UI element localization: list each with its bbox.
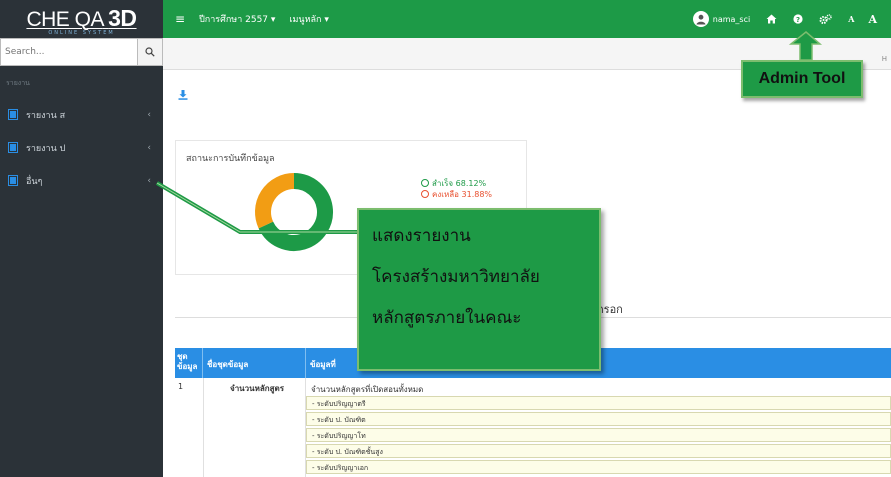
legend-label-done: สำเร็จ 68.12%: [432, 179, 487, 188]
sidebar-item-label: รายงาน ส: [26, 110, 66, 121]
legend-dot-remaining: [421, 190, 429, 198]
legend-label-remaining: คงเหลือ 31.88%: [432, 190, 493, 199]
font-size-small-button[interactable]: A: [848, 14, 854, 24]
download-icon[interactable]: [178, 90, 188, 103]
home-icon[interactable]: [766, 14, 777, 24]
sidebar-item-report-1[interactable]: รายงาน ส ‹: [0, 98, 163, 131]
search-icon: [145, 47, 155, 57]
search-input[interactable]: [0, 38, 138, 66]
table-subrow[interactable]: - ระดับปริญญาตรี: [306, 396, 891, 410]
nav-header: รายงาน: [6, 79, 30, 87]
document-icon: [8, 109, 18, 120]
legend-item-remaining: คงเหลือ 31.88%: [421, 189, 492, 200]
document-icon: [8, 175, 18, 186]
table-subrow[interactable]: - ระดับปริญญาโท: [306, 428, 891, 442]
table-subrow[interactable]: - ระดับ ป. บัณฑิต: [306, 412, 891, 426]
logo-text: CHE QA 3D: [26, 4, 137, 32]
report-callout-line: หลักสูตรภายในคณะ: [372, 308, 522, 328]
table-subrow[interactable]: - ระดับปริญญาเอก: [306, 460, 891, 474]
svg-text:?: ?: [796, 16, 800, 24]
table-cell-name: จำนวนหลักสูตร: [230, 384, 285, 393]
search-row: [0, 38, 163, 70]
breadcrumb[interactable]: H: [882, 55, 887, 63]
column-header-name: ชื่อชุดข้อมูล: [203, 348, 306, 378]
chevron-left-icon: ‹: [147, 109, 151, 120]
table-cell-main-field: จำนวนหลักสูตรที่เปิดสอนทั้งหมด: [311, 385, 424, 394]
table-cell-no: 1: [178, 382, 184, 391]
font-size-large-button[interactable]: A: [868, 13, 877, 26]
search-button[interactable]: [138, 38, 163, 66]
report-callout-line: โครงสร้างมหาวิทยาลัย: [372, 267, 540, 287]
top-right-controls: nama_sci ? A A: [692, 0, 891, 38]
user-avatar-icon[interactable]: [692, 11, 709, 27]
admin-tool-callout: Admin Tool: [741, 60, 863, 98]
column-divider: [203, 378, 204, 477]
academic-year-dropdown[interactable]: ปีการศึกษา 2557 ▾: [199, 12, 275, 26]
report-callout: แสดงรายงาน โครงสร้างมหาวิทยาลัย หลักสูตร…: [357, 208, 601, 371]
help-icon[interactable]: ?: [793, 14, 803, 24]
report-callout-line: แสดงรายงาน: [372, 226, 471, 246]
legend-dot-done: [421, 179, 429, 187]
sidebar-item-others[interactable]: อื่นๆ ‹: [0, 164, 163, 197]
chevron-left-icon: ‹: [147, 142, 151, 153]
column-header-no: ชุด ข้อมูล: [175, 348, 203, 378]
sidebar-item-label: รายงาน ป: [26, 143, 66, 154]
table-subrow[interactable]: - ระดับ ป. บัณฑิตชั้นสูง: [306, 444, 891, 458]
gears-icon[interactable]: [819, 13, 832, 25]
status-card-title: สถานะการบันทึกข้อมูล: [186, 154, 275, 164]
donut-segment-remaining: [255, 173, 295, 229]
main-menu-dropdown[interactable]: เมนูหลัก ▾: [289, 12, 328, 26]
page: CHE QA 3D ONLINE SYSTEM รายงาน รายงาน ส …: [0, 0, 891, 477]
logo-main: CHE QA: [26, 7, 103, 31]
user-icon: [696, 14, 706, 25]
logo-subtitle: ONLINE SYSTEM: [48, 29, 115, 36]
username[interactable]: nama_sci: [713, 15, 750, 24]
sidebar-item-label: อื่นๆ: [26, 176, 43, 187]
document-icon: [8, 142, 18, 153]
sidebar-item-report-2[interactable]: รายงาน ป ‹: [0, 131, 163, 164]
status-donut-chart: [255, 173, 333, 251]
logo[interactable]: CHE QA 3D ONLINE SYSTEM: [0, 0, 163, 38]
legend-item-done: สำเร็จ 68.12%: [421, 178, 492, 189]
logo-3d: 3D: [108, 4, 137, 31]
chevron-left-icon: ‹: [147, 175, 151, 186]
sidebar: CHE QA 3D ONLINE SYSTEM รายงาน รายงาน ส …: [0, 0, 163, 477]
donut-legend: สำเร็จ 68.12% คงเหลือ 31.88%: [421, 178, 492, 200]
top-navbar: ≡ ปีการศึกษา 2557 ▾ เมนูหลัก ▾ nama_sci …: [163, 0, 891, 38]
hamburger-icon[interactable]: ≡: [175, 12, 185, 26]
